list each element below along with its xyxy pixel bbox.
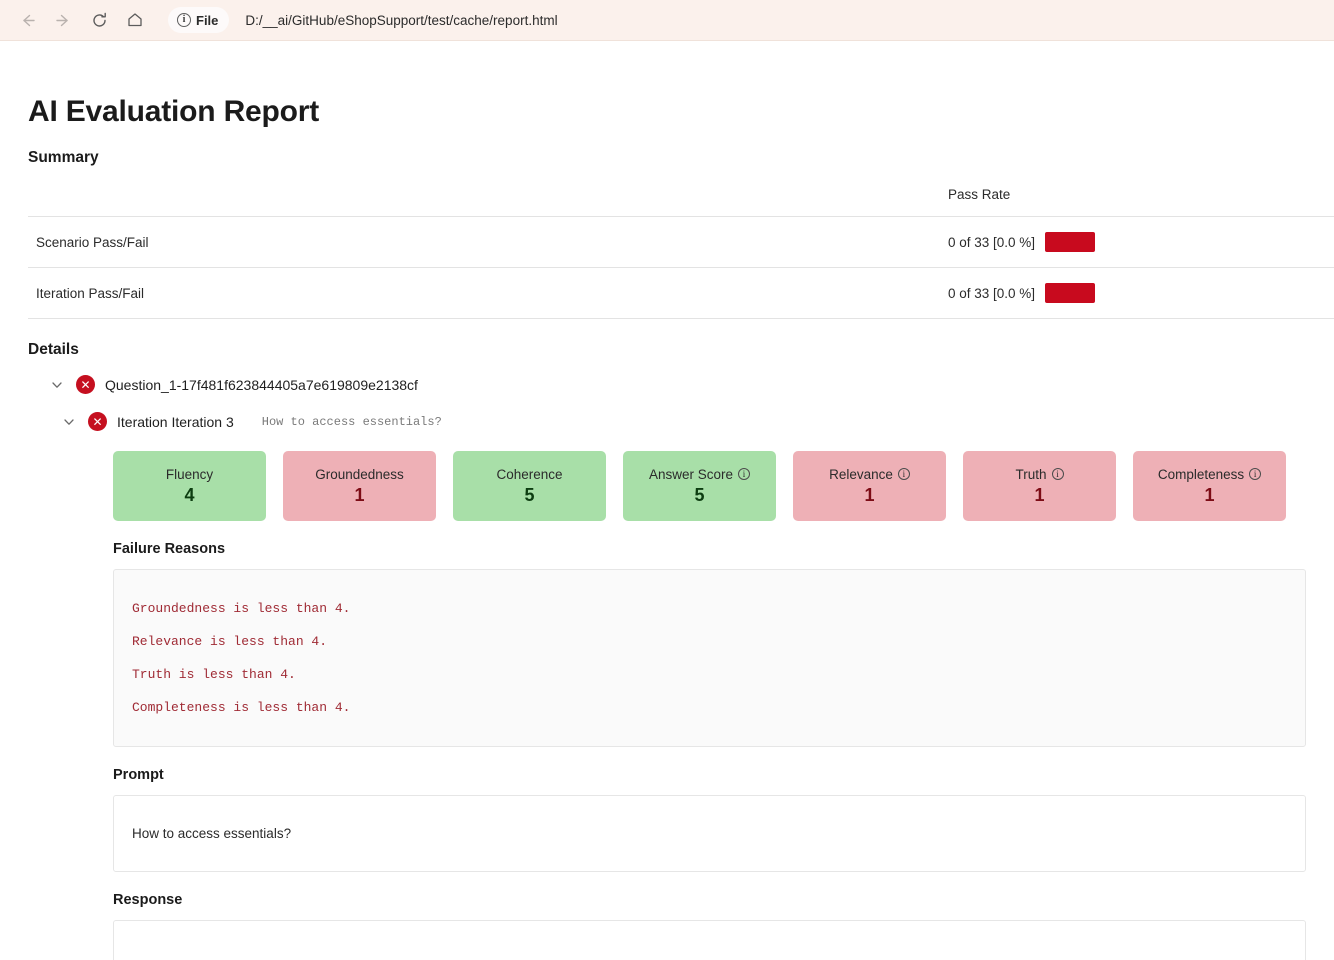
metric-title: Answer Score i [648, 466, 751, 482]
url-text: D:/__ai/GitHub/eShopSupport/test/cache/r… [245, 12, 558, 28]
metric-value: 5 [694, 484, 705, 505]
metric-card-groundedness[interactable]: Groundedness 1 [283, 451, 436, 521]
metric-card-answer-score[interactable]: Answer Score i 5 [623, 451, 776, 521]
back-button[interactable] [10, 5, 44, 35]
summary-row-rate-cell: 0 of 33 [0.0 %] [948, 216, 1334, 268]
failure-reason-item: Completeness is less than 4. [132, 700, 351, 715]
failure-reasons-box: Groundedness is less than 4. Relevance i… [113, 569, 1306, 747]
info-icon[interactable]: i [1249, 468, 1262, 480]
metric-card-truth[interactable]: Truth i 1 [963, 451, 1116, 521]
metric-value: 1 [1204, 484, 1215, 505]
chevron-down-icon[interactable] [48, 376, 66, 394]
metric-title: Fluency [166, 467, 213, 482]
info-icon[interactable]: i [738, 468, 751, 480]
failure-reason-item: Relevance is less than 4. [132, 634, 328, 649]
scenario-status-glyph: ✕ [80, 377, 91, 392]
failure-reasons-heading: Failure Reasons [113, 541, 226, 557]
metric-title: Relevance i [829, 467, 910, 482]
metric-value: 4 [184, 484, 195, 505]
metric-label: Completeness [1157, 466, 1245, 482]
summary-col-name [28, 181, 948, 217]
home-icon [126, 11, 144, 29]
iteration-status-glyph: ✕ [92, 414, 103, 429]
summary-body: Scenario Pass/Fail 0 of 33 [0.0 %] Itera… [28, 216, 1334, 319]
arrow-left-icon [19, 12, 36, 29]
forward-button[interactable] [46, 5, 80, 35]
summary-row-label: Iteration Pass/Fail [28, 267, 948, 319]
summary-heading: Summary [28, 149, 99, 166]
metric-value: 1 [864, 484, 875, 505]
response-box [113, 920, 1306, 960]
chevron-down-icon[interactable] [60, 413, 78, 431]
failure-reason-item: Groundedness is less than 4. [132, 601, 351, 616]
prompt-heading: Prompt [113, 767, 164, 783]
reload-icon [91, 12, 108, 29]
home-button[interactable] [118, 5, 152, 35]
info-circle-icon: i [177, 13, 191, 27]
details-heading: Details [28, 341, 79, 358]
metric-label: Coherence [496, 466, 563, 482]
metric-title: Completeness i [1157, 466, 1262, 482]
pass-rate-text: 0 of 33 [0.0 %] [948, 285, 1036, 301]
iteration-prompt-preview: How to access essentials? [261, 414, 442, 429]
table-row: Iteration Pass/Fail 0 of 33 [0.0 %] [28, 267, 1334, 319]
table-row: Scenario Pass/Fail 0 of 33 [0.0 %] [28, 216, 1334, 268]
summary-row-rate-cell: 0 of 33 [0.0 %] [948, 267, 1334, 319]
metric-card-row: Fluency 4 Groundedness 1 Coherence 5 Ans… [28, 451, 1306, 521]
metric-label: Fluency [165, 466, 214, 482]
metric-card-completeness[interactable]: Completeness i 1 [1133, 451, 1286, 521]
metric-title: Coherence [496, 467, 562, 482]
metric-card-relevance[interactable]: Relevance i 1 [793, 451, 946, 521]
arrow-right-icon [55, 12, 72, 29]
info-icon[interactable]: i [1051, 468, 1064, 480]
pass-rate-bar [1045, 283, 1096, 303]
fail-status-icon: ✕ [76, 375, 95, 394]
fail-status-icon: ✕ [88, 412, 107, 431]
metric-card-coherence[interactable]: Coherence 5 [453, 451, 606, 521]
prompt-box: How to access essentials? [113, 795, 1306, 872]
scenario-label: Question_1-17f481f623844405a7e619809e213… [105, 376, 418, 393]
response-heading: Response [113, 892, 183, 908]
file-scheme-chip[interactable]: i File [168, 7, 230, 33]
browser-toolbar: i File D:/__ai/GitHub/eShopSupport/test/… [0, 0, 1334, 41]
report-page: AI Evaluation Report Summary Pass Rate S… [0, 41, 1334, 960]
metric-label: Relevance [829, 466, 893, 482]
summary-header-row: Pass Rate [28, 181, 1334, 217]
address-bar[interactable]: i File D:/__ai/GitHub/eShopSupport/test/… [162, 5, 1324, 35]
summary-table: Pass Rate Scenario Pass/Fail 0 of 33 [0.… [28, 181, 1334, 319]
pass-rate-text: 0 of 33 [0.0 %] [948, 234, 1036, 250]
metric-card-fluency[interactable]: Fluency 4 [113, 451, 266, 521]
metric-title: Groundedness [315, 467, 404, 482]
page-title: AI Evaluation Report [28, 95, 320, 128]
metric-title: Truth i [1015, 466, 1064, 482]
failure-reason-item: Truth is less than 4. [132, 667, 296, 682]
metric-label: Groundedness [315, 466, 404, 482]
metric-value: 5 [524, 484, 535, 505]
file-scheme-label: File [196, 12, 219, 28]
summary-row-label: Scenario Pass/Fail [28, 216, 948, 268]
scenario-row[interactable]: ✕ Question_1-17f481f623844405a7e619809e2… [28, 375, 1306, 394]
info-icon[interactable]: i [897, 468, 910, 480]
iteration-label: Iteration Iteration 3 [117, 413, 234, 430]
prompt-text: How to access essentials? [132, 826, 292, 841]
metric-value: 1 [354, 484, 365, 505]
metric-label: Truth [1015, 466, 1047, 482]
metric-value: 1 [1034, 484, 1045, 505]
metric-label: Answer Score [648, 466, 734, 482]
reload-button[interactable] [82, 5, 116, 35]
pass-rate-bar [1045, 232, 1096, 252]
summary-col-pass-rate: Pass Rate [948, 181, 1334, 217]
iteration-row[interactable]: ✕ Iteration Iteration 3 How to access es… [28, 412, 1306, 431]
